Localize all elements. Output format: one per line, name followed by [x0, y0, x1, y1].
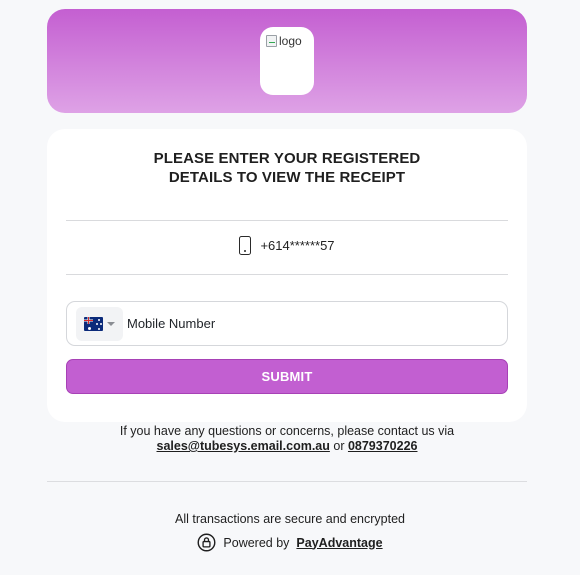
submit-button[interactable]: SUBMIT	[66, 359, 508, 394]
broken-image-icon	[266, 35, 277, 47]
chevron-down-icon	[107, 321, 115, 326]
payadvantage-link[interactable]: PayAdvantage	[296, 536, 382, 550]
contact-phone-link[interactable]: 0879370226	[348, 439, 418, 453]
smartphone-icon	[239, 236, 252, 255]
logo-alt-text: logo	[279, 34, 302, 48]
powered-by-label: Powered by	[223, 535, 290, 550]
logo-image: logo	[266, 34, 302, 48]
contact-email-link[interactable]: sales@tubesys.email.com.au	[157, 439, 330, 453]
receipt-form-card: PLEASE ENTER YOUR REGISTERED DETAILS TO …	[47, 129, 527, 422]
contact-or-text: or	[329, 439, 348, 453]
lock-icon	[197, 533, 216, 552]
masked-phone-number: +614******57	[260, 238, 335, 253]
footer-divider	[47, 481, 527, 482]
secure-notice: All transactions are secure and encrypte…	[175, 512, 405, 526]
divider-top	[66, 220, 508, 221]
mobile-number-field	[66, 301, 508, 346]
australia-flag-icon	[84, 316, 103, 331]
title-line-2: DETAILS TO VIEW THE RECEIPT	[168, 169, 406, 186]
divider-bottom	[66, 274, 508, 275]
contact-text: If you have any questions or concerns, p…	[119, 424, 455, 438]
contact-info: If you have any questions or concerns, p…	[47, 424, 527, 454]
title-line-1: PLEASE ENTER YOUR REGISTERED	[153, 150, 421, 167]
powered-by: Powered by PayAdvantage	[0, 533, 580, 552]
country-selector[interactable]	[76, 306, 123, 341]
header-banner: logo	[47, 9, 527, 113]
page-title: PLEASE ENTER YOUR REGISTERED DETAILS TO …	[47, 149, 527, 187]
masked-phone-row: +614******57	[47, 236, 527, 255]
logo-container: logo	[260, 27, 314, 95]
mobile-number-input[interactable]	[127, 303, 507, 344]
